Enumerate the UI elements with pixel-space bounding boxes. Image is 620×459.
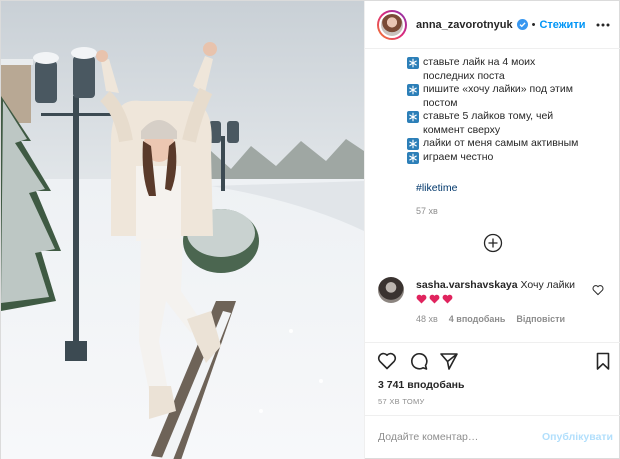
verified-badge-icon [516,19,528,30]
snowflake-icon [407,111,419,123]
comment-like-icon[interactable] [592,283,604,296]
caption-line-continuation: постом [423,96,458,109]
post-caption: ставьте лайк на 4 моих последних поста п… [407,56,613,164]
more-options-icon[interactable] [595,17,611,33]
caption-line-text: пишите «хочу лайки» под этим [423,83,573,95]
heart-emoji-icon [416,294,427,304]
comment-meta: 48 хв 4 вподобань Відповісти [416,314,565,324]
comment-likes[interactable]: 4 вподобань [449,314,506,324]
snowflake-icon [407,57,419,69]
caption-line-text: лайки от меня самым активным [423,137,579,149]
author-avatar[interactable] [377,9,407,40]
caption-timestamp[interactable]: 57 хв [416,206,438,216]
caption-line-text: играем честно [423,150,494,163]
caption-line-text: ставьте 5 лайков тому, чей [423,110,554,122]
load-more-comments-icon[interactable] [483,233,503,253]
post-photo[interactable] [1,1,364,459]
likes-count[interactable]: 3 741 вподобань [378,379,464,391]
instagram-post: anna_zavorotnyuk • Стежити ставьте лайк … [0,0,620,459]
commenter-username[interactable]: sasha.varshavskaya [416,279,518,291]
caption-item: пишите «хочу лайки» под этим постом [407,83,613,110]
follow-button[interactable]: Стежити [539,19,585,31]
like-heart-icon[interactable] [377,351,397,371]
caption-line-continuation: последних поста [423,69,505,82]
post-timestamp[interactable]: 57 ХВ ТОМУ [378,397,425,406]
caption-line-continuation: коммент сверху [423,123,501,136]
post-header: anna_zavorotnyuk • Стежити [365,1,620,49]
hashtag-link[interactable]: #liketime [416,182,457,194]
author-username[interactable]: anna_zavorotnyuk [416,19,513,31]
share-plane-icon[interactable] [439,351,459,371]
caption-line-text: ставьте лайк на 4 моих [423,56,536,68]
heart-emoji-icon [429,294,440,304]
heart-emoji-icon [442,294,453,304]
caption-item: ставьте лайк на 4 моих последних поста [407,56,613,83]
comment-bubble-icon[interactable] [409,351,429,371]
divider [365,415,620,416]
comment-text: Хочу лайки [520,279,575,291]
snowflake-icon [407,151,419,164]
comment-hearts [416,294,596,304]
caption-item: ставьте 5 лайков тому, чей коммент сверх… [407,110,613,137]
add-comment-input[interactable] [378,429,528,445]
header-separator: • [531,18,536,31]
divider [365,342,620,343]
caption-item: играем честно [407,151,613,165]
publish-button[interactable]: Опублікувати [542,431,613,443]
commenter-avatar[interactable] [378,277,404,303]
comment-time[interactable]: 48 хв [416,314,438,324]
reply-button[interactable]: Відповісти [516,314,565,324]
caption-item: лайки от меня самым активным [407,137,613,151]
snowy-park-photo [1,1,364,459]
bookmark-icon[interactable] [593,351,613,371]
snowflake-icon [407,138,419,150]
snowflake-icon [407,84,419,96]
comment-body: sasha.varshavskaya Хочу лайки [416,279,596,304]
author-avatar-image [379,11,405,38]
